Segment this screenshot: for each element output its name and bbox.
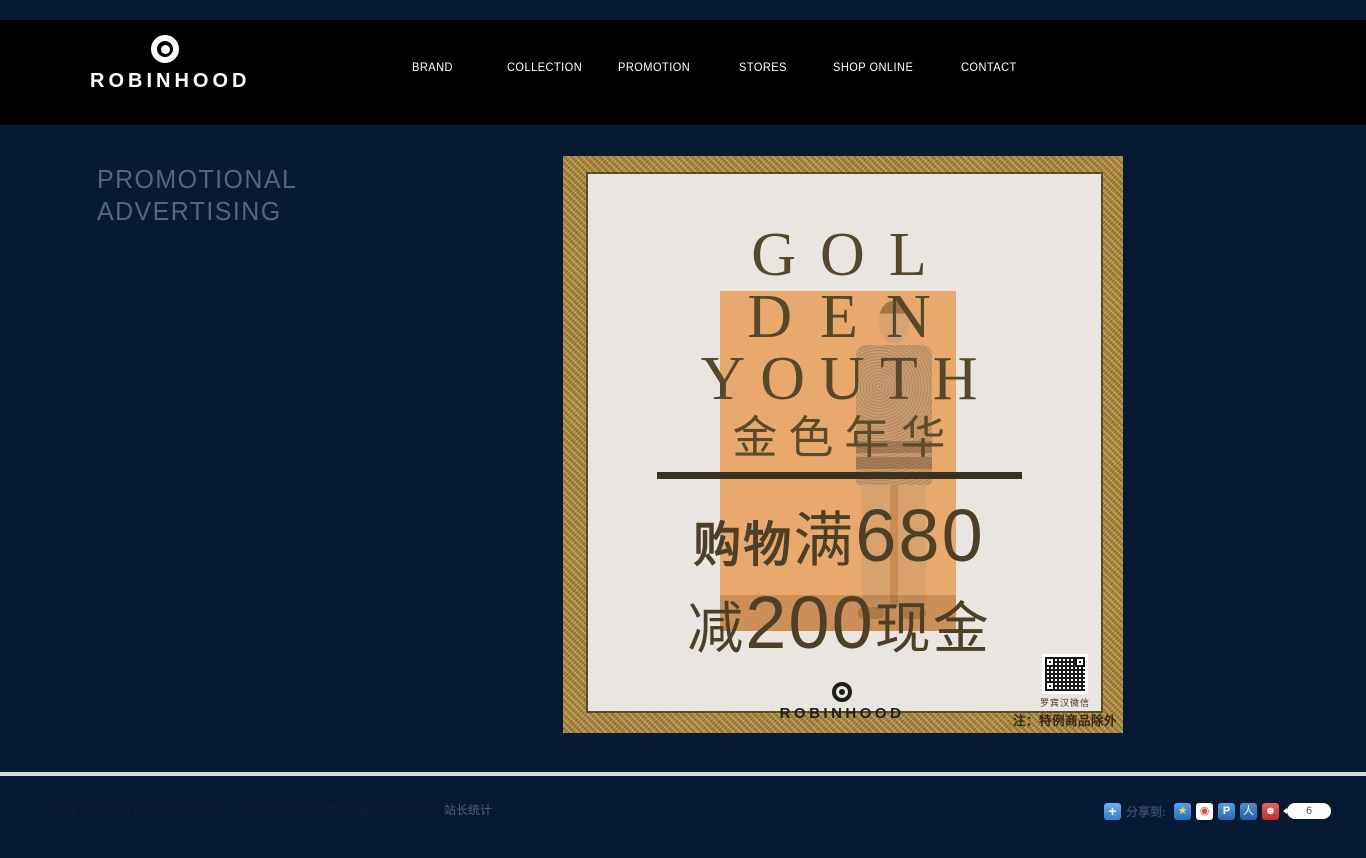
share-count-badge[interactable]: 6 xyxy=(1287,803,1331,819)
wechat-qr-code xyxy=(1042,654,1088,694)
qr-caption: 罗宾汉微信 xyxy=(1010,696,1120,709)
poster-title-line3: YOUTH xyxy=(559,348,1119,410)
robinhood-target-icon-small xyxy=(832,682,852,702)
page-title: PROMOTIONAL ADVERTISING xyxy=(97,163,297,227)
nav-contact[interactable]: CONTACT xyxy=(961,60,1017,74)
pengyou-icon[interactable]: P xyxy=(1218,803,1235,820)
poster-title-line2: DEN xyxy=(559,286,1119,348)
logo-text: ROBINHOOD xyxy=(90,70,240,93)
nav-brand[interactable]: BRAND xyxy=(412,60,453,74)
footer-divider xyxy=(0,772,1366,776)
copyright-text: ROBINHOOD. RH by robinhood Copyright @ 2… xyxy=(53,801,492,818)
nav-shop-online[interactable]: SHOP ONLINE xyxy=(833,60,913,74)
share-label: 分享到: xyxy=(1126,803,1166,820)
sina-weibo-icon[interactable]: ◉ xyxy=(1196,803,1213,820)
robinhood-promotion-page: ROBINHOOD BRAND COLLECTION PROMOTION STO… xyxy=(0,0,1366,858)
site-header: ROBINHOOD BRAND COLLECTION PROMOTION STO… xyxy=(0,20,1366,125)
qzone-icon[interactable]: ★ xyxy=(1174,803,1191,820)
poster-divider-line xyxy=(657,472,1022,479)
poster-note: 注：特例商品除外 xyxy=(1010,710,1120,729)
poster-title-line1: GOL xyxy=(559,224,1119,286)
poster-subtitle-cn: 金色年华 xyxy=(559,410,1119,466)
robinhood-logo[interactable]: ROBINHOOD xyxy=(90,35,240,93)
renren-icon[interactable]: 人 xyxy=(1240,803,1257,820)
page-title-line1: PROMOTIONAL xyxy=(97,163,297,195)
promo-poster-golden-youth[interactable]: GOL DEN YOUTH 金色年华 购物满680 减200现金 ROBINHO… xyxy=(563,156,1123,733)
poster-text-block: GOL DEN YOUTH 金色年华 购物满680 减200现金 xyxy=(559,174,1119,679)
poster-offer-line1: 购物满680 xyxy=(559,501,1119,592)
nav-collection[interactable]: COLLECTION xyxy=(507,60,582,74)
site-stats-link[interactable]: 站长统计 xyxy=(444,803,492,817)
nav-stores[interactable]: STORES xyxy=(739,60,787,74)
nav-promotion[interactable]: PROMOTION xyxy=(618,60,690,74)
page-title-line2: ADVERTISING xyxy=(97,195,297,227)
baidu-hi-icon[interactable]: ☻ xyxy=(1262,803,1279,820)
poster-paper: GOL DEN YOUTH 金色年华 购物满680 减200现金 ROBINHO… xyxy=(588,174,1101,711)
robinhood-target-icon xyxy=(151,35,179,63)
copyright-line: ROBINHOOD. RH by robinhood Copyright @ 2… xyxy=(53,803,437,817)
wechat-qr-block: 罗宾汉微信 注：特例商品除外 xyxy=(1010,654,1120,729)
share-bar: + 分享到: ★ ◉ P 人 ☻ 6 xyxy=(1104,802,1331,820)
share-plus-icon[interactable]: + xyxy=(1104,803,1121,820)
